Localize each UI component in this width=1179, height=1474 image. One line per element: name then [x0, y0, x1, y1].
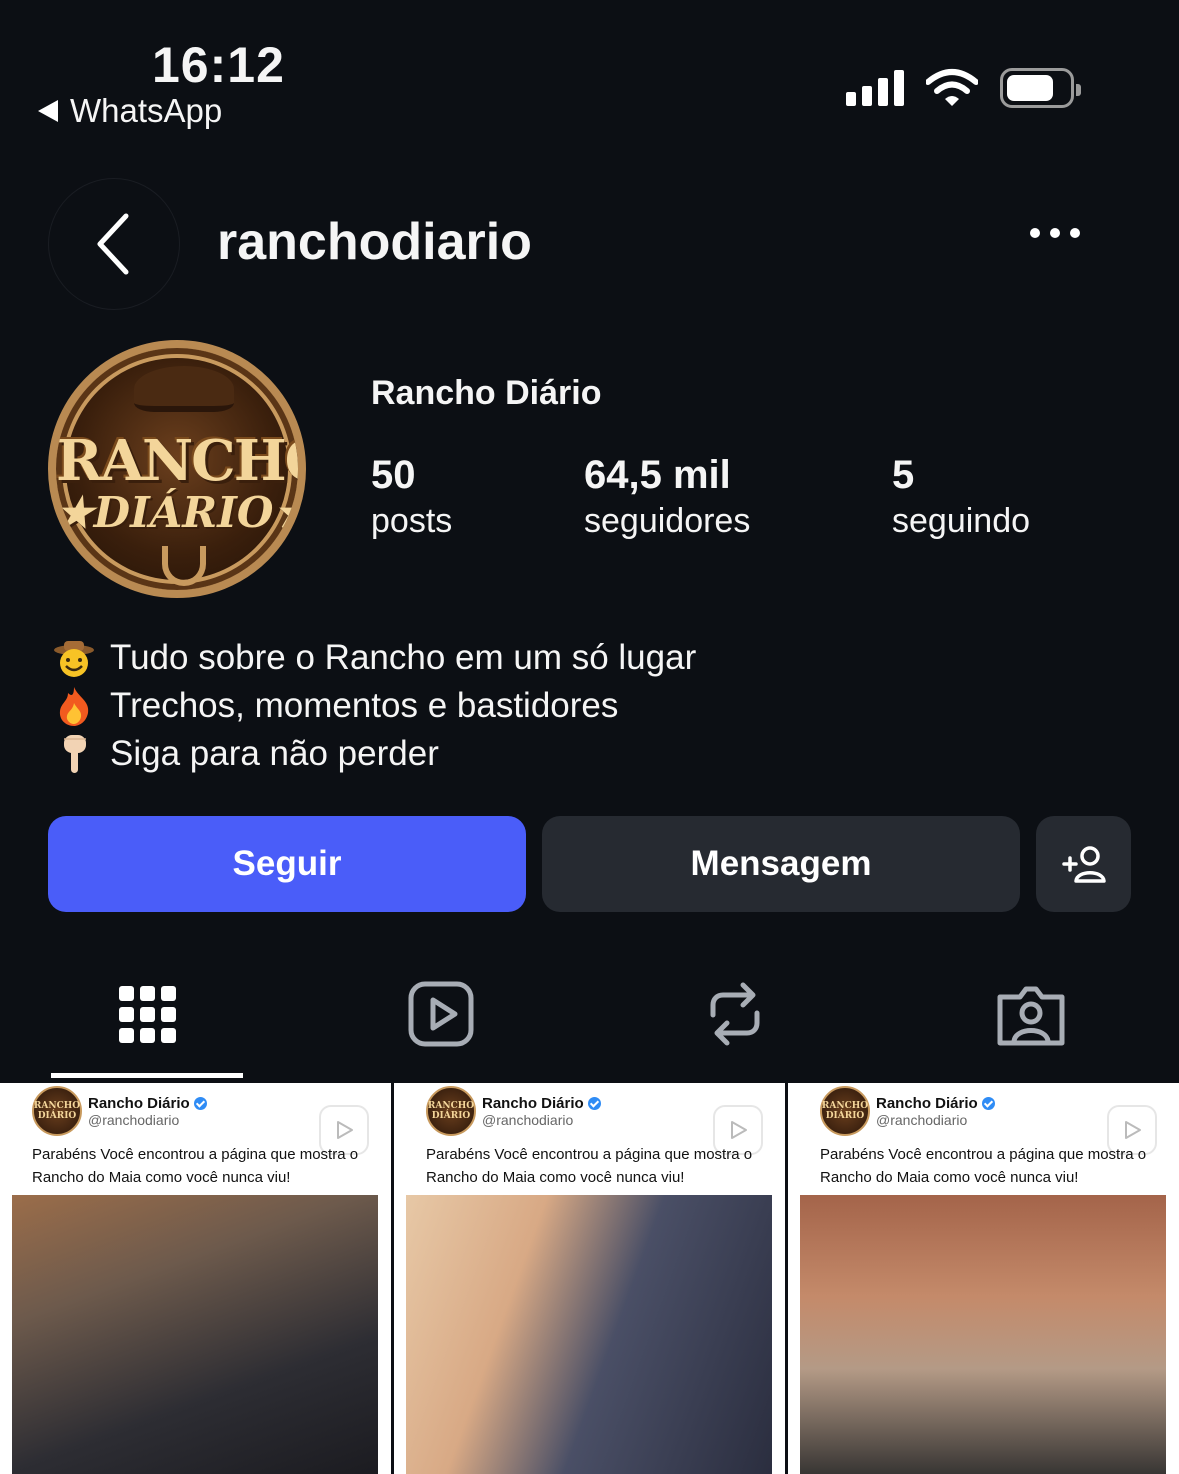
tagged-icon — [997, 986, 1065, 1046]
chevron-left-icon — [97, 213, 129, 275]
add-person-icon — [1061, 846, 1106, 883]
post-author: Rancho Diário — [88, 1095, 207, 1112]
pointing-down-icon — [52, 734, 96, 774]
reposts-icon — [710, 982, 760, 1046]
grid-icon — [118, 985, 176, 1043]
avatar-text-primary: RANCHO — [56, 428, 306, 494]
horseshoe-icon — [162, 546, 206, 586]
stat-value: 64,5 mil — [584, 453, 731, 497]
avatar[interactable]: RANCHO ★DIÁRIO★ — [48, 340, 306, 598]
back-triangle-icon — [38, 100, 58, 122]
post-author-name: Rancho Diário — [88, 1094, 190, 1112]
follow-button[interactable]: Seguir — [48, 816, 526, 912]
fire-icon — [52, 686, 96, 726]
post-handle: @ranchodiario — [88, 1111, 180, 1128]
stat-value: 5 — [892, 453, 915, 497]
tab-reposts[interactable] — [699, 978, 771, 1050]
post-header: RANCHO DIÁRIO Rancho Diário @ranchodiari… — [820, 1086, 995, 1136]
stat-value: 50 — [371, 453, 416, 497]
tab-grid[interactable] — [111, 978, 183, 1050]
post-tile[interactable]: RANCHO DIÁRIO Rancho Diário @ranchodiari… — [394, 1083, 785, 1474]
post-logo: RANCHO DIÁRIO — [820, 1086, 870, 1136]
stat-label: posts — [371, 502, 453, 540]
bio-line: Tudo sobre o Rancho em um só lugar — [52, 634, 696, 682]
bio-text: Tudo sobre o Rancho em um só lugar — [110, 638, 697, 677]
post-caption: Parabéns Você encontrou a página que mos… — [820, 1146, 1147, 1186]
avatar-text-secondary: ★DIÁRIO★ — [56, 488, 306, 537]
verified-icon — [193, 1096, 207, 1110]
tab-tagged[interactable] — [995, 978, 1067, 1050]
verified-icon — [981, 1096, 995, 1110]
stat-followers[interactable]: 64,5 mil seguidores — [584, 452, 750, 544]
active-tab-indicator — [51, 1073, 243, 1078]
post-photo — [800, 1195, 1166, 1474]
post-author: Rancho Diário — [876, 1095, 995, 1112]
post-author-name: Rancho Diário — [482, 1094, 584, 1112]
post-photo — [406, 1195, 772, 1474]
profile-username: ranchodiario — [217, 213, 532, 271]
cowboy-face-icon — [52, 638, 96, 678]
post-handle: @ranchodiario — [876, 1111, 968, 1128]
post-header: RANCHO DIÁRIO Rancho Diário @ranchodiari… — [32, 1086, 207, 1136]
wifi-icon — [926, 69, 978, 106]
stat-label: seguindo — [892, 502, 1031, 540]
bio-text: Trechos, momentos e bastidores — [110, 686, 619, 725]
post-tile[interactable]: RANCHO DIÁRIO Rancho Diário @ranchodiari… — [0, 1083, 391, 1474]
bio: Tudo sobre o Rancho em um só lugar Trech… — [52, 634, 696, 778]
post-tile[interactable]: RANCHO DIÁRIO Rancho Diário @ranchodiari… — [788, 1083, 1179, 1474]
post-photo — [12, 1195, 378, 1474]
bio-line: Trechos, momentos e bastidores — [52, 682, 696, 730]
post-header: RANCHO DIÁRIO Rancho Diário @ranchodiari… — [426, 1086, 601, 1136]
tab-reels[interactable] — [405, 978, 477, 1050]
post-logo: RANCHO DIÁRIO — [32, 1086, 82, 1136]
signal-icon — [846, 70, 904, 106]
bio-line: Siga para não perder — [52, 730, 696, 778]
stat-posts[interactable]: 50 posts — [371, 452, 452, 544]
battery-icon — [1000, 68, 1081, 108]
display-name: Rancho Diário — [371, 374, 602, 412]
back-to-app-link[interactable]: WhatsApp — [38, 92, 222, 130]
post-author: Rancho Diário — [482, 1095, 601, 1112]
more-options-icon[interactable] — [1030, 228, 1080, 238]
status-time: 16:12 — [152, 37, 285, 93]
reels-icon — [408, 981, 474, 1047]
post-handle: @ranchodiario — [482, 1111, 574, 1128]
post-caption: Parabéns Você encontrou a página que mos… — [32, 1146, 359, 1186]
post-author-name: Rancho Diário — [876, 1094, 978, 1112]
stat-following[interactable]: 5 seguindo — [892, 452, 1030, 544]
post-caption: Parabéns Você encontrou a página que mos… — [426, 1146, 753, 1186]
back-app-label: WhatsApp — [70, 92, 223, 129]
suggest-users-button[interactable] — [1036, 816, 1131, 912]
message-button[interactable]: Mensagem — [542, 816, 1020, 912]
verified-icon — [587, 1096, 601, 1110]
post-logo: RANCHO DIÁRIO — [426, 1086, 476, 1136]
back-button[interactable] — [48, 178, 180, 310]
cowboy-hat-icon — [134, 366, 234, 412]
stat-label: seguidores — [584, 502, 751, 540]
bio-text: Siga para não perder — [110, 734, 439, 773]
